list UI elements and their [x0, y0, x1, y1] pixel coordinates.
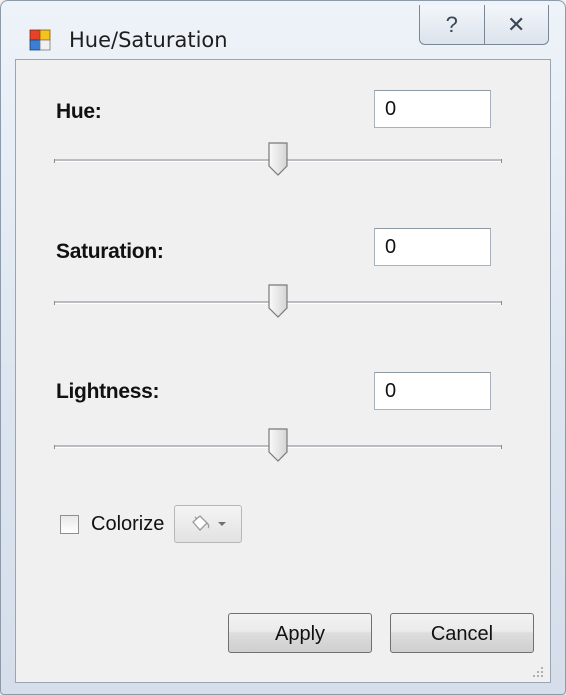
- help-button[interactable]: ?: [420, 5, 485, 44]
- window-title: Hue/Saturation: [69, 28, 228, 52]
- cancel-button[interactable]: Cancel: [390, 613, 534, 653]
- colorize-row: Colorize: [60, 505, 243, 543]
- lightness-slider[interactable]: [54, 424, 502, 464]
- colorize-checkbox[interactable]: [60, 514, 79, 534]
- paint-bucket-icon: [192, 515, 210, 531]
- saturation-label: Saturation:: [56, 240, 164, 263]
- hue-label: Hue:: [56, 100, 102, 123]
- caption-buttons: ? ✕: [419, 5, 549, 45]
- resize-grip-icon[interactable]: [532, 666, 544, 678]
- help-icon: ?: [445, 11, 458, 37]
- slider-tick: [54, 159, 55, 163]
- saturation-input[interactable]: [374, 228, 491, 266]
- close-button[interactable]: ✕: [485, 5, 549, 44]
- hue-saturation-dialog: Hue/Saturation ? ✕ Hue: 0 Saturation: 0 …: [0, 0, 566, 695]
- hue-input[interactable]: [374, 90, 491, 128]
- slider-tick: [501, 301, 502, 305]
- saturation-slider-thumb[interactable]: [267, 284, 289, 318]
- slider-tick: [54, 301, 55, 305]
- slider-tick: [501, 159, 502, 163]
- apply-button[interactable]: Apply: [228, 613, 372, 653]
- hue-slider-thumb[interactable]: [267, 142, 289, 176]
- hue-slider[interactable]: [54, 138, 502, 178]
- close-icon: ✕: [507, 11, 526, 37]
- title-bar[interactable]: Hue/Saturation ? ✕: [1, 1, 565, 59]
- lightness-slider-thumb[interactable]: [267, 428, 289, 462]
- chevron-down-icon: [218, 522, 227, 526]
- app-icon: [29, 29, 51, 51]
- saturation-slider[interactable]: [54, 280, 502, 320]
- slider-tick: [501, 445, 502, 449]
- colorize-color-button[interactable]: [174, 505, 243, 543]
- dialog-client-area: Hue: Saturation:: [15, 59, 551, 683]
- lightness-label: Lightness:: [56, 380, 160, 403]
- colorize-label[interactable]: Colorize: [91, 513, 164, 536]
- slider-tick: [54, 445, 55, 449]
- lightness-input[interactable]: [374, 372, 491, 410]
